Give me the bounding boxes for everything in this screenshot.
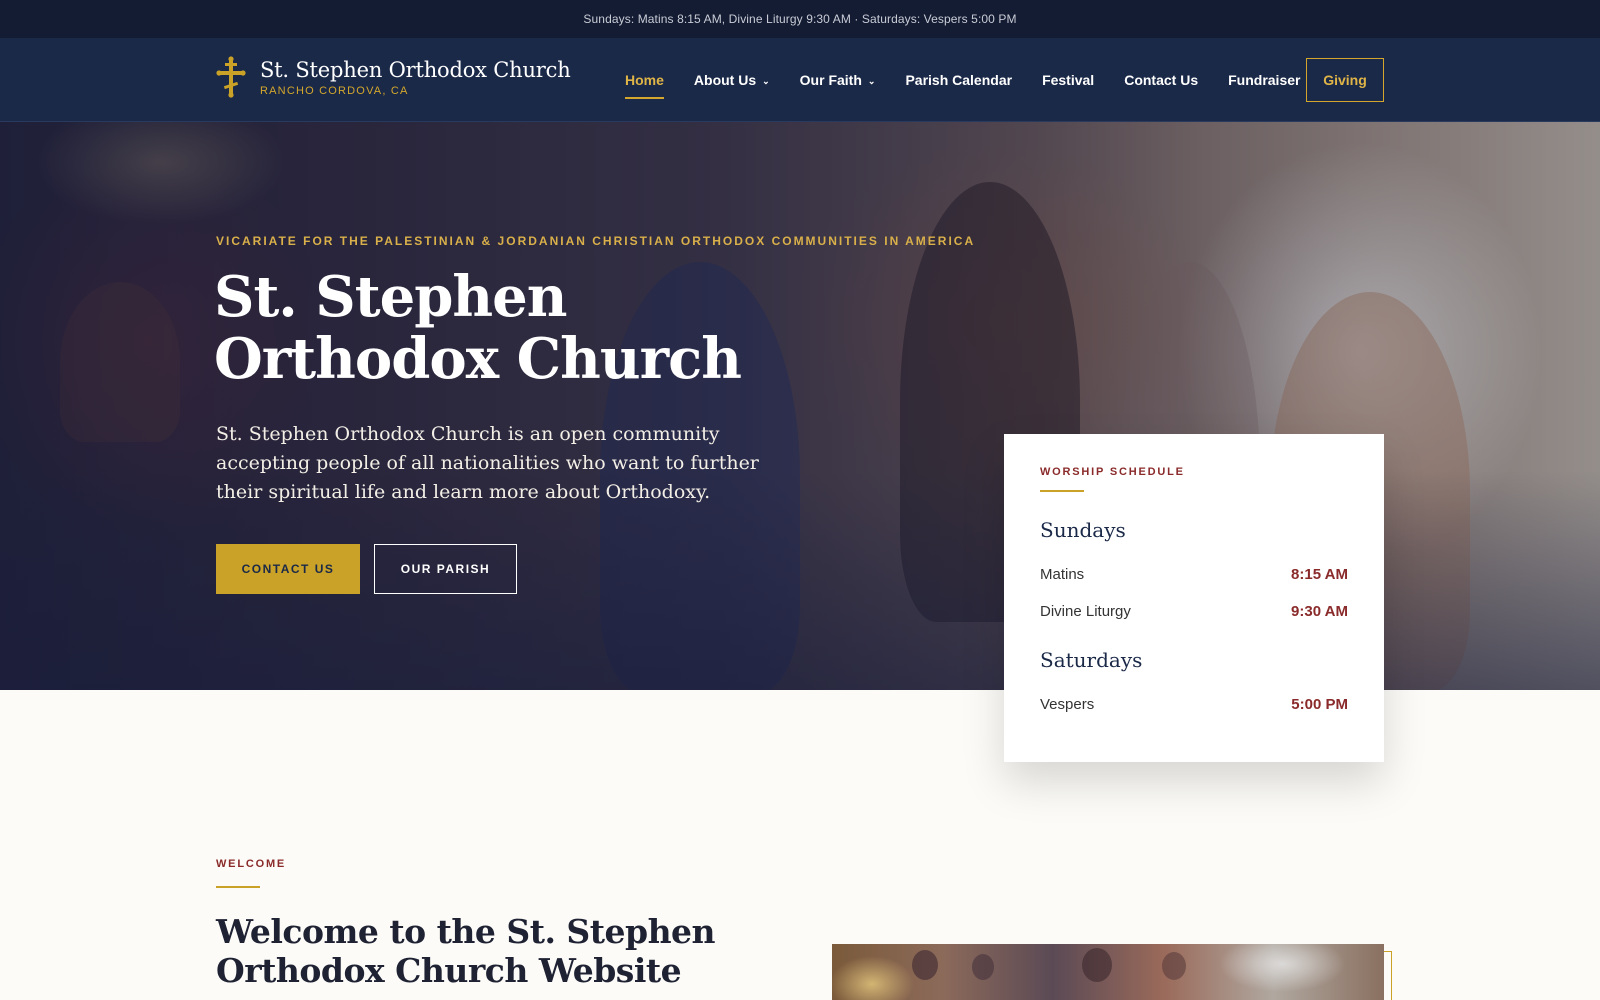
nav-item-home[interactable]: Home <box>625 38 664 122</box>
photo-detail <box>1162 952 1186 980</box>
schedule-row: Matins 8:15 AM <box>1040 566 1348 583</box>
service-time: 9:30 AM <box>1291 603 1348 620</box>
schedule-heading: WORSHIP SCHEDULE <box>1040 466 1185 478</box>
site-logo-link[interactable]: St. Stephen Orthodox Church RANCHO CORDO… <box>216 56 571 98</box>
site-location: RANCHO CORDOVA, CA <box>260 85 409 97</box>
nav-label: Parish Calendar <box>905 72 1013 88</box>
service-time: 8:15 AM <box>1291 566 1348 583</box>
nav-item-fundraiser[interactable]: Fundraiser <box>1228 38 1300 122</box>
welcome-photo <box>832 944 1384 1000</box>
nav-item-our-faith[interactable]: Our Faith ⌄ <box>800 38 876 122</box>
announcement-text: Sundays: Matins 8:15 AM, Divine Liturgy … <box>583 12 1017 26</box>
divider <box>1040 490 1084 492</box>
announcement-bar: Sundays: Matins 8:15 AM, Divine Liturgy … <box>0 0 1600 38</box>
nav-item-festival[interactable]: Festival <box>1042 38 1094 122</box>
service-name: Matins <box>1040 566 1085 583</box>
service-name: Vespers <box>1040 696 1095 713</box>
main-header: St. Stephen Orthodox Church RANCHO CORDO… <box>0 38 1600 122</box>
photo-detail <box>972 954 994 980</box>
nav-label: About Us <box>693 72 757 88</box>
welcome-eyebrow: WELCOME <box>216 858 287 870</box>
photo-detail <box>912 950 938 980</box>
our-parish-button[interactable]: OUR PARISH <box>374 544 517 594</box>
service-time: 5:00 PM <box>1291 696 1348 713</box>
schedule-day-sundays: Sundays <box>1040 518 1126 542</box>
worship-schedule-card: WORSHIP SCHEDULE Sundays Matins 8:15 AM … <box>1004 434 1384 762</box>
nav-label: Home <box>625 72 664 88</box>
hero-title: St. Stephen Orthodox Church <box>214 264 742 392</box>
hero-description: St. Stephen Orthodox Church is an open c… <box>216 423 759 503</box>
contact-us-button[interactable]: CONTACT US <box>216 544 360 594</box>
nav-item-contact-us[interactable]: Contact Us <box>1124 38 1198 122</box>
service-name: Divine Liturgy <box>1040 603 1131 620</box>
chevron-down-icon: ⌄ <box>867 75 876 86</box>
giving-button[interactable]: Giving <box>1306 58 1384 102</box>
welcome-title: Welcome to the St. Stephen Orthodox Chur… <box>216 912 716 990</box>
nav-label: Fundraiser <box>1228 72 1301 88</box>
nav-item-parish-calendar[interactable]: Parish Calendar <box>905 38 1012 122</box>
primary-nav: Home About Us ⌄ Our Faith ⌄ Parish Calenda… <box>625 38 1330 122</box>
nav-label: Contact Us <box>1124 72 1199 88</box>
chevron-down-icon: ⌄ <box>762 75 770 86</box>
hero-eyebrow: VICARIATE FOR THE PALESTINIAN & JORDANIA… <box>216 234 976 248</box>
schedule-day-saturdays: Saturdays <box>1040 648 1143 672</box>
schedule-row: Divine Liturgy 9:30 AM <box>1040 603 1348 620</box>
schedule-row: Vespers 5:00 PM <box>1040 696 1348 713</box>
nav-item-about-us[interactable]: About Us ⌄ <box>694 38 770 122</box>
site-name: St. Stephen Orthodox Church <box>260 58 571 82</box>
photo-detail <box>1082 948 1112 982</box>
divider <box>216 886 260 888</box>
nav-label: Festival <box>1042 72 1095 88</box>
nav-label: Our Faith <box>799 72 862 88</box>
orthodox-cross-icon <box>216 56 246 98</box>
